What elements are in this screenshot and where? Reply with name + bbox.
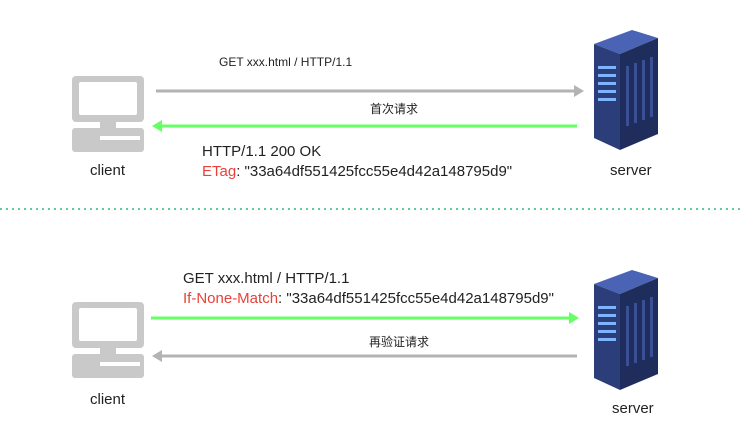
- revalidate-caption: 再验证请求: [369, 335, 430, 349]
- server-label: server: [610, 162, 652, 179]
- revalidate-response-arrow: [152, 350, 577, 362]
- etag-header-sep: :: [236, 163, 245, 180]
- client-label: client: [90, 162, 126, 179]
- if-none-match-header-value: "33a64df551425fcc55e4d42a148795d9": [286, 290, 554, 307]
- if-none-match-header: If-None-Match: "33a64df551425fcc55e4d42a…: [183, 290, 554, 307]
- client-computer-icon: [72, 302, 144, 378]
- server-label: server: [612, 400, 654, 417]
- request-line: GET xxx.html / HTTP/1.1: [219, 55, 353, 69]
- section-divider: [0, 208, 742, 210]
- first-request-caption: 首次请求: [370, 102, 419, 116]
- response-arrow: [152, 120, 577, 132]
- request-line: GET xxx.html / HTTP/1.1: [183, 270, 350, 287]
- status-line: HTTP/1.1 200 OK: [202, 143, 322, 160]
- request-arrow: [156, 85, 584, 97]
- client-computer-icon: [72, 76, 144, 152]
- client-label: client: [90, 391, 126, 408]
- server-icon: [594, 270, 658, 390]
- etag-header-value: "33a64df551425fcc55e4d42a148795d9": [244, 163, 513, 180]
- etag-header: ETag: "33a64df551425fcc55e4d42a148795d9": [202, 163, 512, 180]
- if-none-match-header-name: If-None-Match: [183, 290, 279, 307]
- server-icon: [594, 30, 658, 150]
- etag-header-name: ETag: [202, 163, 237, 180]
- revalidate-request-arrow: [151, 312, 579, 324]
